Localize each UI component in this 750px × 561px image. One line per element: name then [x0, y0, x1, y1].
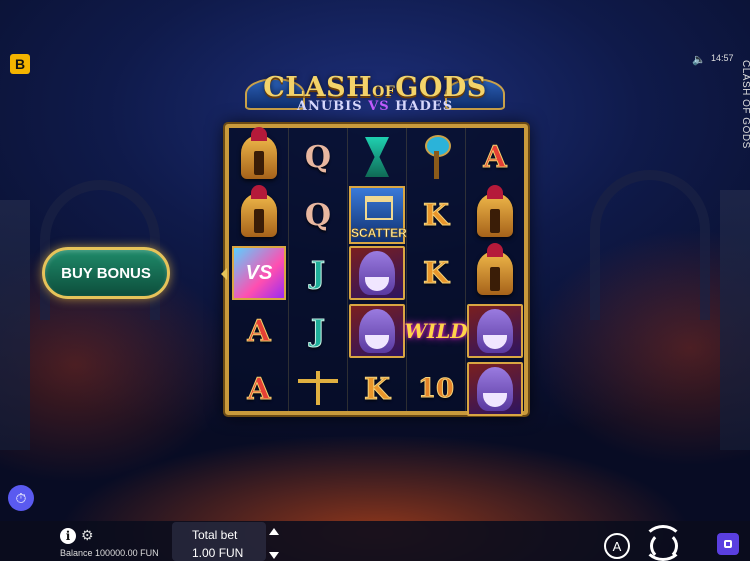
symbol-a: A	[483, 139, 507, 175]
bet-increase-icon[interactable]	[269, 528, 279, 535]
wild-symbol: WILD	[404, 319, 468, 343]
scatter-symbol: SCATTER	[349, 186, 407, 244]
reel-separator	[406, 128, 407, 411]
scales-icon	[290, 362, 346, 416]
temple-icon	[365, 196, 393, 220]
symbol-k: K	[363, 371, 391, 407]
clock: 14:57	[711, 53, 734, 63]
axe-icon	[408, 130, 464, 184]
ruin-pillar-right	[720, 190, 750, 450]
helmet-icon	[467, 185, 523, 242]
hades-icon	[349, 304, 405, 358]
symbol-j: J	[310, 313, 326, 349]
vs-symbol: VS	[231, 246, 287, 300]
hades-icon	[349, 246, 405, 300]
arrow-left-icon	[221, 268, 227, 280]
symbol-a: A	[247, 371, 271, 407]
ruin-arch-right	[590, 170, 710, 320]
hades-icon	[467, 304, 523, 358]
autoplay-button[interactable]: A	[604, 533, 630, 559]
symbol-q: Q	[304, 139, 332, 175]
hourglass-icon	[349, 130, 405, 184]
symbol-k: K	[422, 255, 450, 291]
total-bet-label: Total bet	[192, 528, 238, 542]
reel-grid: Q A Q SCATTER K VS J K A J WILD A K 10	[225, 124, 528, 416]
helmet-icon	[467, 243, 523, 300]
reel-separator	[288, 128, 289, 411]
game-logo: CLASHOFGODS ANUBIS VS HADES	[245, 72, 505, 124]
info-icon[interactable]: i	[60, 528, 76, 544]
balance-display: Balance 100000.00 FUN	[60, 548, 159, 558]
ruin-pillar-left	[0, 200, 30, 450]
hades-icon	[467, 362, 523, 416]
speaker-icon[interactable]: 🔈	[692, 53, 706, 66]
symbol-k: K	[422, 197, 450, 233]
menu-icon[interactable]	[717, 533, 739, 555]
symbol-a: A	[247, 313, 271, 349]
logo-subtitle: ANUBIS VS HADES	[296, 99, 454, 114]
reel-separator	[347, 128, 348, 411]
bet-decrease-icon[interactable]	[269, 552, 279, 559]
spin-icon[interactable]	[643, 525, 683, 561]
helmet-icon	[231, 185, 287, 242]
history-icon[interactable]: ⏱	[8, 485, 34, 511]
game-title-vertical: CLASH OF GODS	[740, 60, 750, 149]
buy-bonus-button[interactable]: BUY BONUS	[42, 247, 170, 299]
gear-icon[interactable]: ⚙	[81, 527, 94, 544]
reel-separator	[465, 128, 466, 411]
symbol-j: J	[310, 255, 326, 291]
symbol-q: Q	[304, 197, 332, 233]
total-bet-value: 1.00 FUN	[192, 546, 244, 560]
symbol-10: 10	[417, 374, 455, 405]
brand-badge[interactable]: B	[10, 54, 30, 74]
helmet-icon	[231, 127, 287, 184]
